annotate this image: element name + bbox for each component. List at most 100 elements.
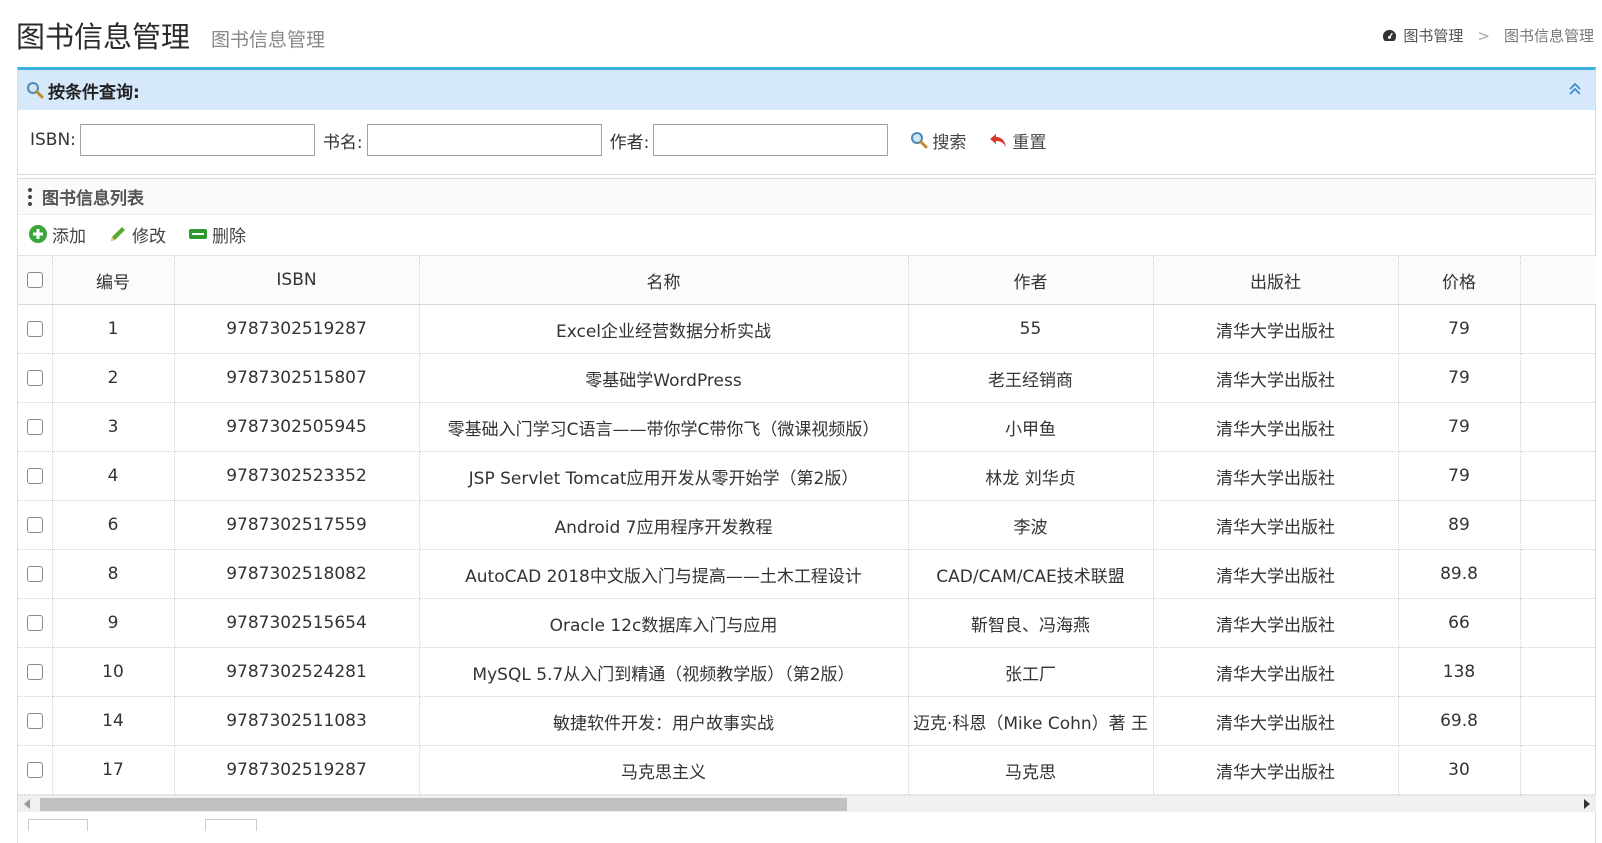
row-checkbox[interactable] xyxy=(26,419,43,435)
title-input[interactable] xyxy=(366,124,602,156)
book-list-title: 图书信息列表 xyxy=(42,189,144,209)
search-button-label: 搜索 xyxy=(932,132,967,153)
book-table: 编号 ISBN 名称 作者 出版社 价格 1 9787302519287 Excel… xyxy=(18,255,1596,795)
cell-publisher: 清华大学出版社 xyxy=(1153,745,1399,795)
cell-extra xyxy=(1520,745,1596,795)
column-header-isbn[interactable]: ISBN xyxy=(174,255,420,305)
cell-price: 89 xyxy=(1398,500,1521,550)
row-checkbox[interactable] xyxy=(26,517,43,533)
table-row[interactable]: 4 9787302523352 JSP Servlet Tomcat应用开发从零开始… xyxy=(18,451,1596,501)
dashboard-icon xyxy=(1383,29,1397,41)
cell-id: 10 xyxy=(52,647,175,697)
scrollbar-thumb[interactable] xyxy=(40,798,847,811)
column-header-name[interactable]: 名称 xyxy=(419,255,909,305)
cell-extra xyxy=(1520,500,1596,550)
select-all-cell xyxy=(18,255,53,305)
book-list-header: 图书信息列表 xyxy=(18,179,1595,215)
cell-publisher: 清华大学出版社 xyxy=(1153,696,1399,746)
breadcrumb-separator: > xyxy=(1477,26,1490,45)
row-checkbox[interactable] xyxy=(26,321,43,337)
cell-author: 小甲鱼 xyxy=(908,402,1154,452)
scroll-right-icon[interactable] xyxy=(1584,799,1590,809)
cell-price: 89.8 xyxy=(1398,549,1521,599)
horizontal-scrollbar[interactable] xyxy=(18,795,1596,812)
cell-extra xyxy=(1520,304,1596,354)
isbn-input[interactable] xyxy=(79,124,315,156)
table-row[interactable]: 3 9787302505945 零基础入门学习C语言——带你学C带你飞（微课视频版）… xyxy=(18,402,1596,452)
table-row[interactable]: 1 9787302519287 Excel企业经营数据分析实战 55 清华大学出版社 79 xyxy=(18,304,1596,354)
cell-isbn: 9787302519287 xyxy=(174,745,420,795)
cell-id: 9 xyxy=(52,598,175,648)
row-select-cell xyxy=(18,696,53,746)
cell-publisher: 清华大学出版社 xyxy=(1153,353,1399,403)
delete-button-label: 删除 xyxy=(212,226,246,247)
cell-id: 8 xyxy=(52,549,175,599)
column-header-extra xyxy=(1520,255,1596,305)
cell-extra xyxy=(1520,696,1596,746)
cell-author: 55 xyxy=(908,304,1154,354)
row-select-cell xyxy=(18,549,53,599)
cell-author: 老王经销商 xyxy=(908,353,1154,403)
cell-price: 79 xyxy=(1398,402,1521,452)
cell-author: 靳智良、冯海燕 xyxy=(908,598,1154,648)
row-checkbox[interactable] xyxy=(26,566,43,582)
cell-author: CAD/CAM/CAE技术联盟 xyxy=(908,549,1154,599)
add-button[interactable]: 添加 xyxy=(28,222,86,247)
edit-button[interactable]: 修改 xyxy=(108,222,166,247)
table-row[interactable]: 17 9787302519287 马克思主义 马克思 清华大学出版社 30 xyxy=(18,745,1596,795)
plus-icon xyxy=(29,225,47,243)
cell-isbn: 9787302519287 xyxy=(174,304,420,354)
table-row[interactable]: 2 9787302515807 零基础学WordPress 老王经销商 清华大学出版社 7… xyxy=(18,353,1596,403)
column-header-id[interactable]: 编号 xyxy=(52,255,175,305)
cell-author: 张工厂 xyxy=(908,647,1154,697)
cell-isbn: 9787302515807 xyxy=(174,353,420,403)
table-row[interactable]: 10 9787302524281 MySQL 5.7从入门到精通（视频教学版）（第2… xyxy=(18,647,1596,697)
search-button[interactable]: 搜索 xyxy=(910,128,966,153)
row-checkbox[interactable] xyxy=(26,468,43,484)
author-input[interactable] xyxy=(653,124,889,156)
vertical-dots-icon xyxy=(28,187,34,206)
breadcrumb-root[interactable]: 图书管理 xyxy=(1403,25,1463,46)
table-row[interactable]: 6 9787302517559 Android 7应用程序开发教程 李波 清华大学出版社… xyxy=(18,500,1596,550)
select-all-checkbox[interactable] xyxy=(26,272,43,288)
column-header-price[interactable]: 价格 xyxy=(1398,255,1521,305)
row-checkbox[interactable] xyxy=(26,713,43,729)
scroll-left-icon[interactable] xyxy=(24,799,30,809)
row-checkbox[interactable] xyxy=(26,370,43,386)
cell-author: 马克思 xyxy=(908,745,1154,795)
cell-isbn: 9787302505945 xyxy=(174,402,420,452)
cell-price: 138 xyxy=(1398,647,1521,697)
cell-price: 79 xyxy=(1398,451,1521,501)
cell-publisher: 清华大学出版社 xyxy=(1153,647,1399,697)
minus-icon xyxy=(189,229,207,239)
breadcrumb-current: 图书信息管理 xyxy=(1503,27,1594,45)
delete-button[interactable]: 删除 xyxy=(188,222,246,247)
row-select-cell xyxy=(18,402,53,452)
row-checkbox[interactable] xyxy=(26,762,43,778)
cell-name: 敏捷软件开发：用户故事实战 xyxy=(419,696,909,746)
cell-price: 66 xyxy=(1398,598,1521,648)
collapse-icon[interactable] xyxy=(1567,81,1583,97)
table-row[interactable]: 8 9787302518082 AutoCAD 2018中文版入门与提高——土木工程… xyxy=(18,549,1596,599)
row-checkbox[interactable] xyxy=(26,615,43,631)
reset-button[interactable]: 重置 xyxy=(988,128,1046,153)
cell-isbn: 9787302515654 xyxy=(174,598,420,648)
cell-publisher: 清华大学出版社 xyxy=(1153,451,1399,501)
undo-icon xyxy=(990,134,1007,147)
row-select-cell xyxy=(18,353,53,403)
author-label: 作者: xyxy=(609,132,650,153)
cell-extra xyxy=(1520,549,1596,599)
cell-isbn: 9787302524281 xyxy=(174,647,420,697)
book-list-panel: 图书信息列表 添加 修改 删除 编号 ISBN 名称 作者 出版社 价格 1 9… xyxy=(17,178,1596,843)
query-panel-header: 按条件查询: xyxy=(18,70,1595,110)
row-select-cell xyxy=(18,304,53,354)
column-header-publisher[interactable]: 出版社 xyxy=(1153,255,1399,305)
row-checkbox[interactable] xyxy=(26,664,43,680)
cell-name: Oracle 12c数据库入门与应用 xyxy=(419,598,909,648)
table-row[interactable]: 14 9787302511083 敏捷软件开发：用户故事实战 迈克·科恩（Mike C… xyxy=(18,696,1596,746)
title-label: 书名: xyxy=(322,132,363,153)
add-button-label: 添加 xyxy=(52,226,86,247)
table-row[interactable]: 9 9787302515654 Oracle 12c数据库入门与应用 靳智良、冯海燕清… xyxy=(18,598,1596,648)
column-header-author[interactable]: 作者 xyxy=(908,255,1154,305)
pager-fragment xyxy=(205,819,257,831)
